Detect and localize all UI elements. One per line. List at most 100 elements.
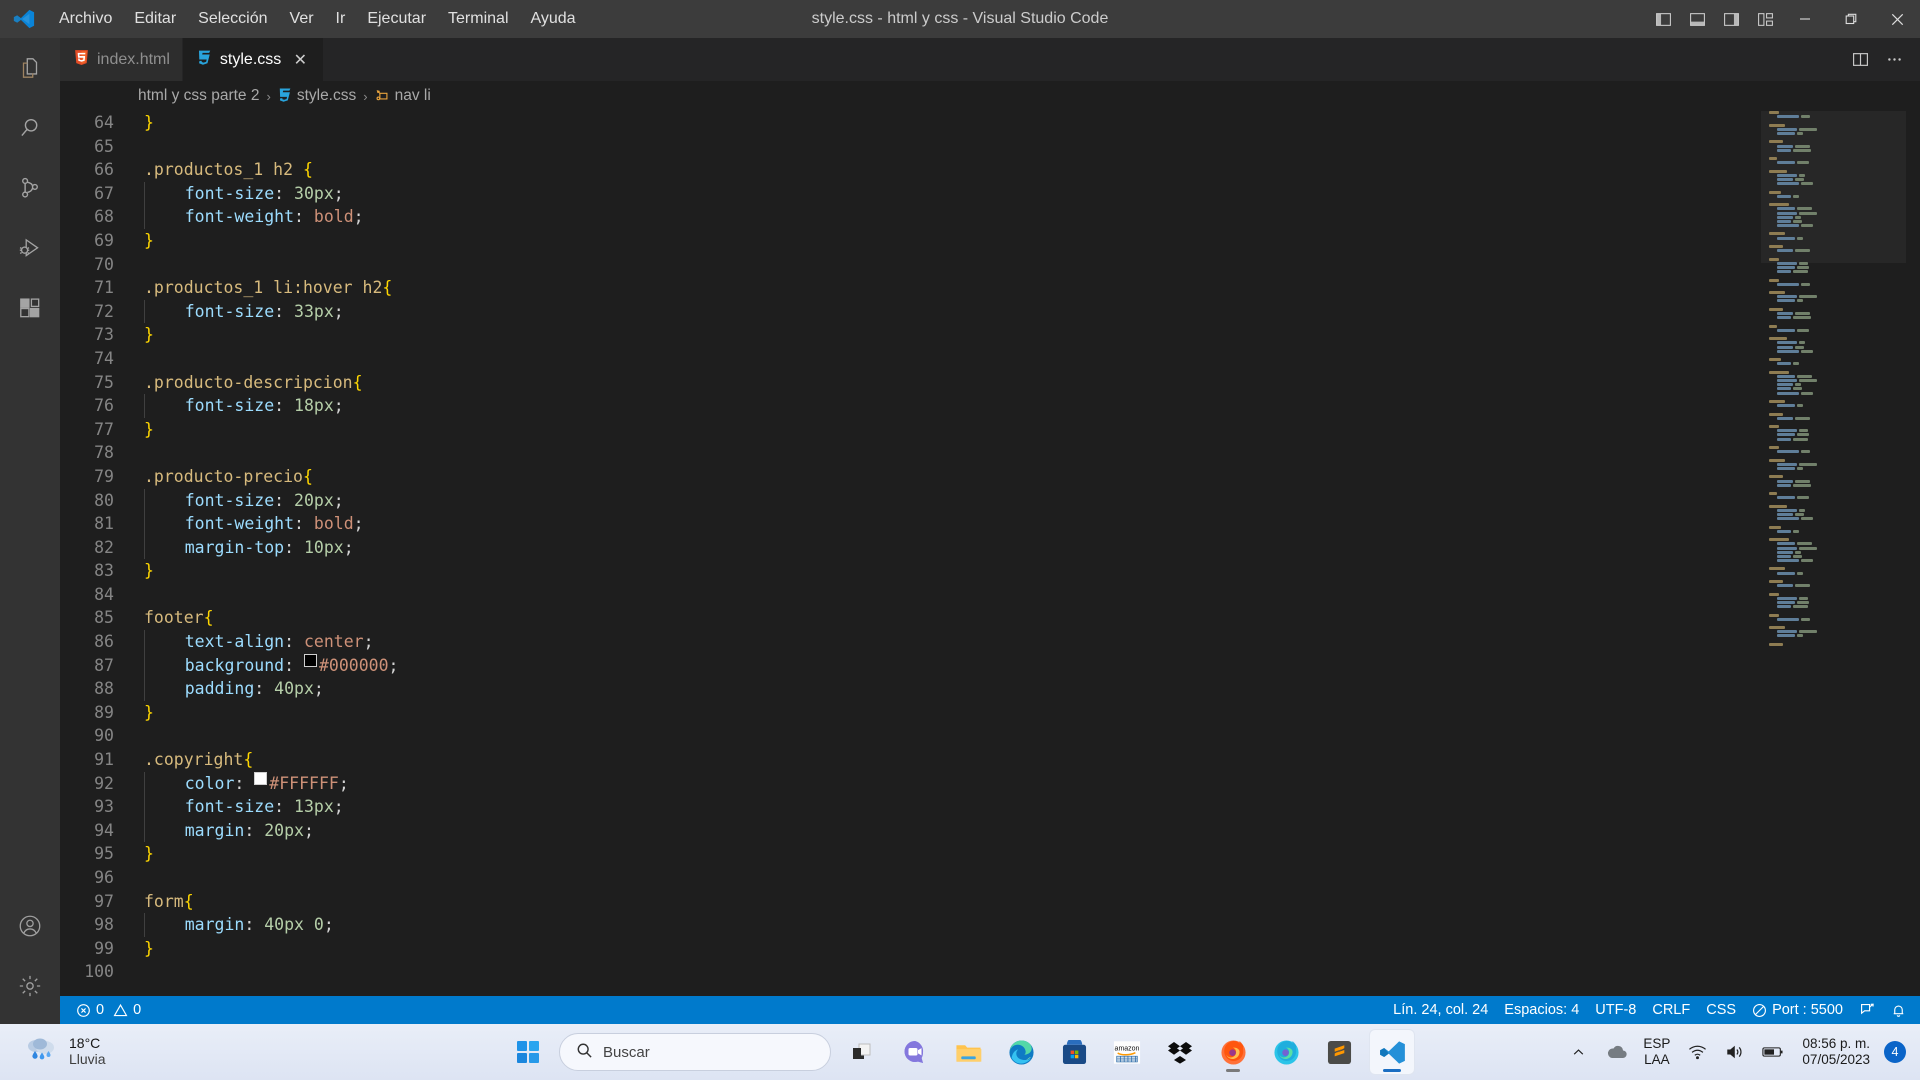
code-line[interactable]: } xyxy=(128,418,1761,442)
menu-bar[interactable]: Archivo Editar Selección Ver Ir Ejecutar… xyxy=(48,6,587,32)
code-line[interactable]: font-size: 33px; xyxy=(128,299,1761,324)
sidebar-item-run-debug[interactable] xyxy=(0,218,60,278)
code-line[interactable]: } xyxy=(128,323,1761,347)
taskbar-search-box[interactable]: Buscar xyxy=(559,1033,831,1071)
color-swatch[interactable] xyxy=(303,653,317,667)
sidebar-item-search[interactable] xyxy=(0,98,60,158)
toggle-panel-button[interactable] xyxy=(1680,0,1714,38)
taskbar-firefox[interactable] xyxy=(1211,1030,1255,1074)
minimize-button[interactable] xyxy=(1782,0,1828,38)
taskbar-microsoft-store[interactable] xyxy=(1052,1030,1096,1074)
toggle-primary-sidebar-button[interactable] xyxy=(1646,0,1680,38)
taskbar-visual-studio-code[interactable] xyxy=(1370,1030,1414,1074)
code-line[interactable]: margin-top: 10px; xyxy=(128,535,1761,560)
status-eol[interactable]: CRLF xyxy=(1644,996,1698,1024)
taskbar-amazon[interactable]: amazon xyxy=(1105,1030,1149,1074)
code-line[interactable] xyxy=(128,724,1761,748)
breadcrumb-item-symbol[interactable]: nav li xyxy=(375,87,431,105)
taskbar-task-view[interactable] xyxy=(840,1030,884,1074)
onedrive-icon[interactable] xyxy=(1601,1032,1631,1072)
code-line[interactable]: } xyxy=(128,559,1761,583)
code-line[interactable] xyxy=(128,347,1761,371)
status-problems[interactable]: 0 0 xyxy=(68,996,149,1024)
code-line[interactable]: background: #000000; xyxy=(128,653,1761,678)
taskbar-microsoft-edge[interactable] xyxy=(999,1030,1043,1074)
menu-editar[interactable]: Editar xyxy=(123,6,187,32)
breadcrumb-item-file[interactable]: style.css xyxy=(278,87,356,105)
chevron-up-icon[interactable] xyxy=(1563,1032,1593,1072)
sidebar-item-extensions[interactable] xyxy=(0,278,60,338)
customize-layout-button[interactable] xyxy=(1748,0,1782,38)
taskbar-clock[interactable]: 08:56 p. m. 07/05/2023 xyxy=(1796,1036,1876,1067)
wifi-icon[interactable] xyxy=(1682,1032,1712,1072)
battery-icon[interactable] xyxy=(1758,1032,1788,1072)
code-line[interactable]: .producto-precio{ xyxy=(128,465,1761,489)
sidebar-item-explorer[interactable] xyxy=(0,38,60,98)
code-line[interactable]: .productos_1 h2 { xyxy=(128,158,1761,182)
status-notifications[interactable] xyxy=(1883,996,1920,1024)
code-line[interactable]: .productos_1 li:hover h2{ xyxy=(128,276,1761,300)
code-line[interactable] xyxy=(128,253,1761,277)
restore-button[interactable] xyxy=(1828,0,1874,38)
code-line[interactable]: footer{ xyxy=(128,606,1761,630)
close-icon[interactable]: ✕ xyxy=(289,49,311,71)
code-line[interactable]: font-size: 30px; xyxy=(128,181,1761,206)
code-line[interactable]: .producto-descripcion{ xyxy=(128,371,1761,395)
code-content[interactable]: } .productos_1 h2 { font-size: 30px; font… xyxy=(128,111,1761,996)
code-line[interactable]: text-align: center; xyxy=(128,630,1761,654)
status-feedback[interactable] xyxy=(1851,996,1883,1024)
taskbar-dropbox[interactable] xyxy=(1158,1030,1202,1074)
menu-ayuda[interactable]: Ayuda xyxy=(520,6,587,32)
status-live-server[interactable]: Port : 5500 xyxy=(1744,996,1851,1024)
language-indicator[interactable]: ESP LAA xyxy=(1639,1036,1674,1067)
status-indentation[interactable]: Espacios: 4 xyxy=(1496,996,1587,1024)
notification-badge[interactable]: 4 xyxy=(1884,1041,1906,1063)
taskbar-microsoft-teams[interactable] xyxy=(893,1030,937,1074)
code-line[interactable]: } xyxy=(128,842,1761,866)
minimap[interactable] xyxy=(1761,111,1906,996)
sidebar-item-source-control[interactable] xyxy=(0,158,60,218)
menu-terminal[interactable]: Terminal xyxy=(437,6,519,32)
menu-ejecutar[interactable]: Ejecutar xyxy=(356,6,437,32)
breadcrumb-item-folder[interactable]: html y css parte 2 xyxy=(138,87,259,105)
menu-seleccion[interactable]: Selección xyxy=(187,6,278,32)
toggle-secondary-sidebar-button[interactable] xyxy=(1714,0,1748,38)
tab-style-css[interactable]: style.css ✕ xyxy=(182,38,325,81)
code-line[interactable]: } xyxy=(128,111,1761,135)
code-line[interactable]: } xyxy=(128,229,1761,253)
account-icon[interactable] xyxy=(0,896,60,956)
code-line[interactable]: form{ xyxy=(128,890,1761,914)
code-editor[interactable]: 64 65 66 67 68 69 70 71 72 73 74 75 76 77 78 79 80 81 82 83… xyxy=(60,111,1920,996)
status-language-mode[interactable]: CSS xyxy=(1698,996,1744,1024)
status-editor-position[interactable]: Lín. 24, col. 24 xyxy=(1385,996,1496,1024)
code-line[interactable] xyxy=(128,866,1761,890)
code-line[interactable] xyxy=(128,583,1761,607)
settings-gear-icon[interactable] xyxy=(0,956,60,1016)
code-line[interactable]: margin: 40px 0; xyxy=(128,913,1761,937)
code-line[interactable]: font-size: 20px; xyxy=(128,488,1761,513)
code-line[interactable]: font-weight: bold; xyxy=(128,512,1761,536)
split-editor-right-icon[interactable] xyxy=(1846,46,1874,74)
menu-ver[interactable]: Ver xyxy=(279,6,325,32)
start-button[interactable] xyxy=(506,1030,550,1074)
code-line[interactable]: } xyxy=(128,701,1761,725)
code-line[interactable]: margin: 20px; xyxy=(128,818,1761,843)
code-line[interactable]: padding: 40px; xyxy=(128,677,1761,701)
code-line[interactable]: font-size: 13px; xyxy=(128,795,1761,819)
taskbar-sublime-text[interactable] xyxy=(1317,1030,1361,1074)
taskbar-firefox-developer[interactable] xyxy=(1264,1030,1308,1074)
code-line[interactable] xyxy=(128,960,1761,984)
status-encoding[interactable]: UTF-8 xyxy=(1587,996,1644,1024)
more-actions-icon[interactable] xyxy=(1880,46,1908,74)
volume-icon[interactable] xyxy=(1720,1032,1750,1072)
code-line[interactable]: } xyxy=(128,937,1761,961)
code-line[interactable]: .copyright{ xyxy=(128,748,1761,772)
tab-index-html[interactable]: index.html xyxy=(60,38,183,81)
code-line[interactable]: color: #FFFFFF; xyxy=(128,771,1761,796)
code-line[interactable]: font-size: 18px; xyxy=(128,394,1761,418)
code-line[interactable] xyxy=(128,441,1761,465)
close-button[interactable] xyxy=(1874,0,1920,38)
editor-scrollbar[interactable] xyxy=(1906,111,1920,996)
menu-archivo[interactable]: Archivo xyxy=(48,6,123,32)
code-line[interactable] xyxy=(128,135,1761,159)
